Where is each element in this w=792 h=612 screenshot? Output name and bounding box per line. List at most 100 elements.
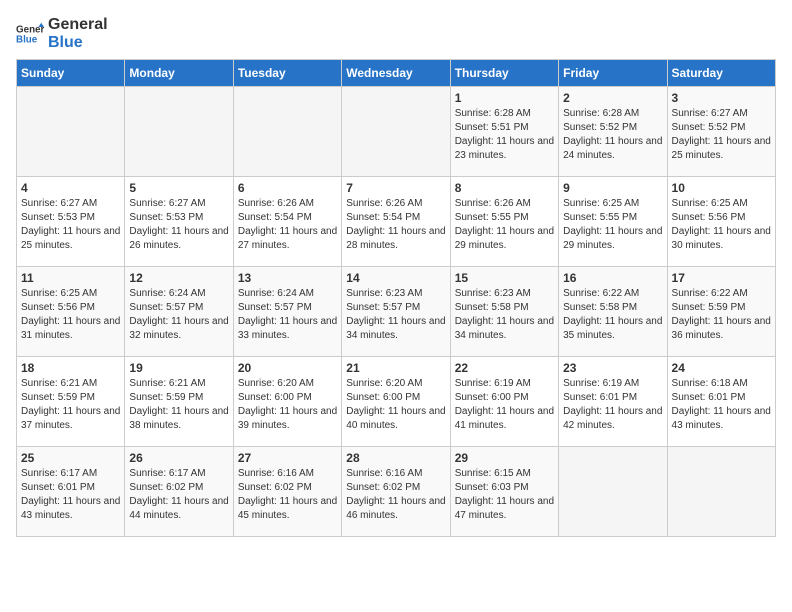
day-number: 5 bbox=[129, 181, 228, 195]
day-info: Sunrise: 6:23 AM Sunset: 5:58 PM Dayligh… bbox=[455, 287, 554, 343]
week-row-1: 1 Sunrise: 6:28 AM Sunset: 5:51 PM Daylig… bbox=[17, 87, 776, 177]
day-number: 7 bbox=[346, 181, 445, 195]
day-number: 1 bbox=[455, 91, 554, 105]
week-row-4: 18 Sunrise: 6:21 AM Sunset: 5:59 PM Dayli… bbox=[17, 357, 776, 447]
day-info: Sunrise: 6:17 AM Sunset: 6:02 PM Dayligh… bbox=[129, 467, 228, 523]
day-cell: 26 Sunrise: 6:17 AM Sunset: 6:02 PM Dayli… bbox=[125, 447, 233, 537]
day-info: Sunrise: 6:28 AM Sunset: 5:52 PM Dayligh… bbox=[563, 107, 662, 163]
day-cell bbox=[667, 447, 775, 537]
day-number: 10 bbox=[672, 181, 771, 195]
day-info: Sunrise: 6:21 AM Sunset: 5:59 PM Dayligh… bbox=[21, 377, 120, 433]
day-cell: 27 Sunrise: 6:16 AM Sunset: 6:02 PM Dayli… bbox=[233, 447, 341, 537]
day-number: 9 bbox=[563, 181, 662, 195]
day-info: Sunrise: 6:26 AM Sunset: 5:55 PM Dayligh… bbox=[455, 197, 554, 253]
day-number: 22 bbox=[455, 361, 554, 375]
day-cell: 4 Sunrise: 6:27 AM Sunset: 5:53 PM Daylig… bbox=[17, 177, 125, 267]
day-cell: 15 Sunrise: 6:23 AM Sunset: 5:58 PM Dayli… bbox=[450, 267, 558, 357]
day-info: Sunrise: 6:28 AM Sunset: 5:51 PM Dayligh… bbox=[455, 107, 554, 163]
logo-blue: Blue bbox=[48, 34, 108, 52]
day-number: 25 bbox=[21, 451, 120, 465]
day-cell: 6Sunrise: 6:26 AM Sunset: 5:54 PM Daylig… bbox=[233, 177, 341, 267]
day-info: Sunrise: 6:27 AM Sunset: 5:53 PM Dayligh… bbox=[21, 197, 120, 253]
day-number: 16 bbox=[563, 271, 662, 285]
day-cell: 22 Sunrise: 6:19 AM Sunset: 6:00 PM Dayli… bbox=[450, 357, 558, 447]
day-number: 4 bbox=[21, 181, 120, 195]
day-info: Sunrise: 6:15 AM Sunset: 6:03 PM Dayligh… bbox=[455, 467, 554, 523]
week-row-5: 25 Sunrise: 6:17 AM Sunset: 6:01 PM Dayli… bbox=[17, 447, 776, 537]
day-cell: 10Sunrise: 6:25 AM Sunset: 5:56 PM Dayli… bbox=[667, 177, 775, 267]
day-cell: 23Sunrise: 6:19 AM Sunset: 6:01 PM Dayli… bbox=[559, 357, 667, 447]
day-info: Sunrise: 6:16 AM Sunset: 6:02 PM Dayligh… bbox=[346, 467, 445, 523]
day-cell: 12 Sunrise: 6:24 AM Sunset: 5:57 PM Dayli… bbox=[125, 267, 233, 357]
day-cell: 25 Sunrise: 6:17 AM Sunset: 6:01 PM Dayli… bbox=[17, 447, 125, 537]
day-number: 27 bbox=[238, 451, 337, 465]
day-cell: 13 Sunrise: 6:24 AM Sunset: 5:57 PM Dayli… bbox=[233, 267, 341, 357]
day-cell: 16 Sunrise: 6:22 AM Sunset: 5:58 PM Dayli… bbox=[559, 267, 667, 357]
day-info: Sunrise: 6:27 AM Sunset: 5:52 PM Dayligh… bbox=[672, 107, 771, 163]
day-number: 11 bbox=[21, 271, 120, 285]
day-info: Sunrise: 6:26 AM Sunset: 5:54 PM Dayligh… bbox=[346, 197, 445, 253]
day-info: Sunrise: 6:25 AM Sunset: 5:56 PM Dayligh… bbox=[21, 287, 120, 343]
header-sunday: Sunday bbox=[17, 60, 125, 87]
day-number: 15 bbox=[455, 271, 554, 285]
day-info: Sunrise: 6:20 AM Sunset: 6:00 PM Dayligh… bbox=[238, 377, 337, 433]
day-cell: 1 Sunrise: 6:28 AM Sunset: 5:51 PM Daylig… bbox=[450, 87, 558, 177]
header-tuesday: Tuesday bbox=[233, 60, 341, 87]
day-number: 6 bbox=[238, 181, 337, 195]
day-cell bbox=[17, 87, 125, 177]
day-cell: 17 Sunrise: 6:22 AM Sunset: 5:59 PM Dayli… bbox=[667, 267, 775, 357]
day-number: 28 bbox=[346, 451, 445, 465]
day-number: 12 bbox=[129, 271, 228, 285]
day-info: Sunrise: 6:23 AM Sunset: 5:57 PM Dayligh… bbox=[346, 287, 445, 343]
day-info: Sunrise: 6:22 AM Sunset: 5:58 PM Dayligh… bbox=[563, 287, 662, 343]
header-saturday: Saturday bbox=[667, 60, 775, 87]
day-cell bbox=[559, 447, 667, 537]
day-number: 17 bbox=[672, 271, 771, 285]
header-thursday: Thursday bbox=[450, 60, 558, 87]
header-friday: Friday bbox=[559, 60, 667, 87]
day-info: Sunrise: 6:19 AM Sunset: 6:01 PM Dayligh… bbox=[563, 377, 662, 433]
day-cell bbox=[233, 87, 341, 177]
day-number: 3 bbox=[672, 91, 771, 105]
day-info: Sunrise: 6:18 AM Sunset: 6:01 PM Dayligh… bbox=[672, 377, 771, 433]
day-info: Sunrise: 6:24 AM Sunset: 5:57 PM Dayligh… bbox=[238, 287, 337, 343]
day-info: Sunrise: 6:24 AM Sunset: 5:57 PM Dayligh… bbox=[129, 287, 228, 343]
day-info: Sunrise: 6:16 AM Sunset: 6:02 PM Dayligh… bbox=[238, 467, 337, 523]
day-number: 20 bbox=[238, 361, 337, 375]
day-cell: 3 Sunrise: 6:27 AM Sunset: 5:52 PM Daylig… bbox=[667, 87, 775, 177]
logo-icon: General Blue bbox=[16, 20, 44, 48]
logo-general: General bbox=[48, 16, 108, 34]
header-wednesday: Wednesday bbox=[342, 60, 450, 87]
day-cell: 5Sunrise: 6:27 AM Sunset: 5:53 PM Daylig… bbox=[125, 177, 233, 267]
logo: General Blue General Blue bbox=[16, 16, 108, 51]
header-row: SundayMondayTuesdayWednesdayThursdayFrid… bbox=[17, 60, 776, 87]
day-cell: 20 Sunrise: 6:20 AM Sunset: 6:00 PM Dayli… bbox=[233, 357, 341, 447]
day-number: 8 bbox=[455, 181, 554, 195]
day-info: Sunrise: 6:22 AM Sunset: 5:59 PM Dayligh… bbox=[672, 287, 771, 343]
day-cell: 14 Sunrise: 6:23 AM Sunset: 5:57 PM Dayli… bbox=[342, 267, 450, 357]
day-info: Sunrise: 6:21 AM Sunset: 5:59 PM Dayligh… bbox=[129, 377, 228, 433]
day-info: Sunrise: 6:25 AM Sunset: 5:55 PM Dayligh… bbox=[563, 197, 662, 253]
day-cell: 29 Sunrise: 6:15 AM Sunset: 6:03 PM Dayli… bbox=[450, 447, 558, 537]
day-info: Sunrise: 6:17 AM Sunset: 6:01 PM Dayligh… bbox=[21, 467, 120, 523]
day-number: 24 bbox=[672, 361, 771, 375]
day-cell: 18 Sunrise: 6:21 AM Sunset: 5:59 PM Dayli… bbox=[17, 357, 125, 447]
day-cell: 2 Sunrise: 6:28 AM Sunset: 5:52 PM Daylig… bbox=[559, 87, 667, 177]
day-number: 2 bbox=[563, 91, 662, 105]
day-number: 26 bbox=[129, 451, 228, 465]
week-row-2: 4 Sunrise: 6:27 AM Sunset: 5:53 PM Daylig… bbox=[17, 177, 776, 267]
day-number: 21 bbox=[346, 361, 445, 375]
week-row-3: 11 Sunrise: 6:25 AM Sunset: 5:56 PM Dayli… bbox=[17, 267, 776, 357]
day-cell: 21 Sunrise: 6:20 AM Sunset: 6:00 PM Dayli… bbox=[342, 357, 450, 447]
day-info: Sunrise: 6:20 AM Sunset: 6:00 PM Dayligh… bbox=[346, 377, 445, 433]
day-number: 14 bbox=[346, 271, 445, 285]
day-number: 13 bbox=[238, 271, 337, 285]
day-info: Sunrise: 6:19 AM Sunset: 6:00 PM Dayligh… bbox=[455, 377, 554, 433]
day-cell bbox=[125, 87, 233, 177]
svg-text:Blue: Blue bbox=[16, 34, 38, 45]
day-cell bbox=[342, 87, 450, 177]
day-cell: 8 Sunrise: 6:26 AM Sunset: 5:55 PM Daylig… bbox=[450, 177, 558, 267]
day-number: 29 bbox=[455, 451, 554, 465]
day-cell: 28 Sunrise: 6:16 AM Sunset: 6:02 PM Dayli… bbox=[342, 447, 450, 537]
day-number: 18 bbox=[21, 361, 120, 375]
